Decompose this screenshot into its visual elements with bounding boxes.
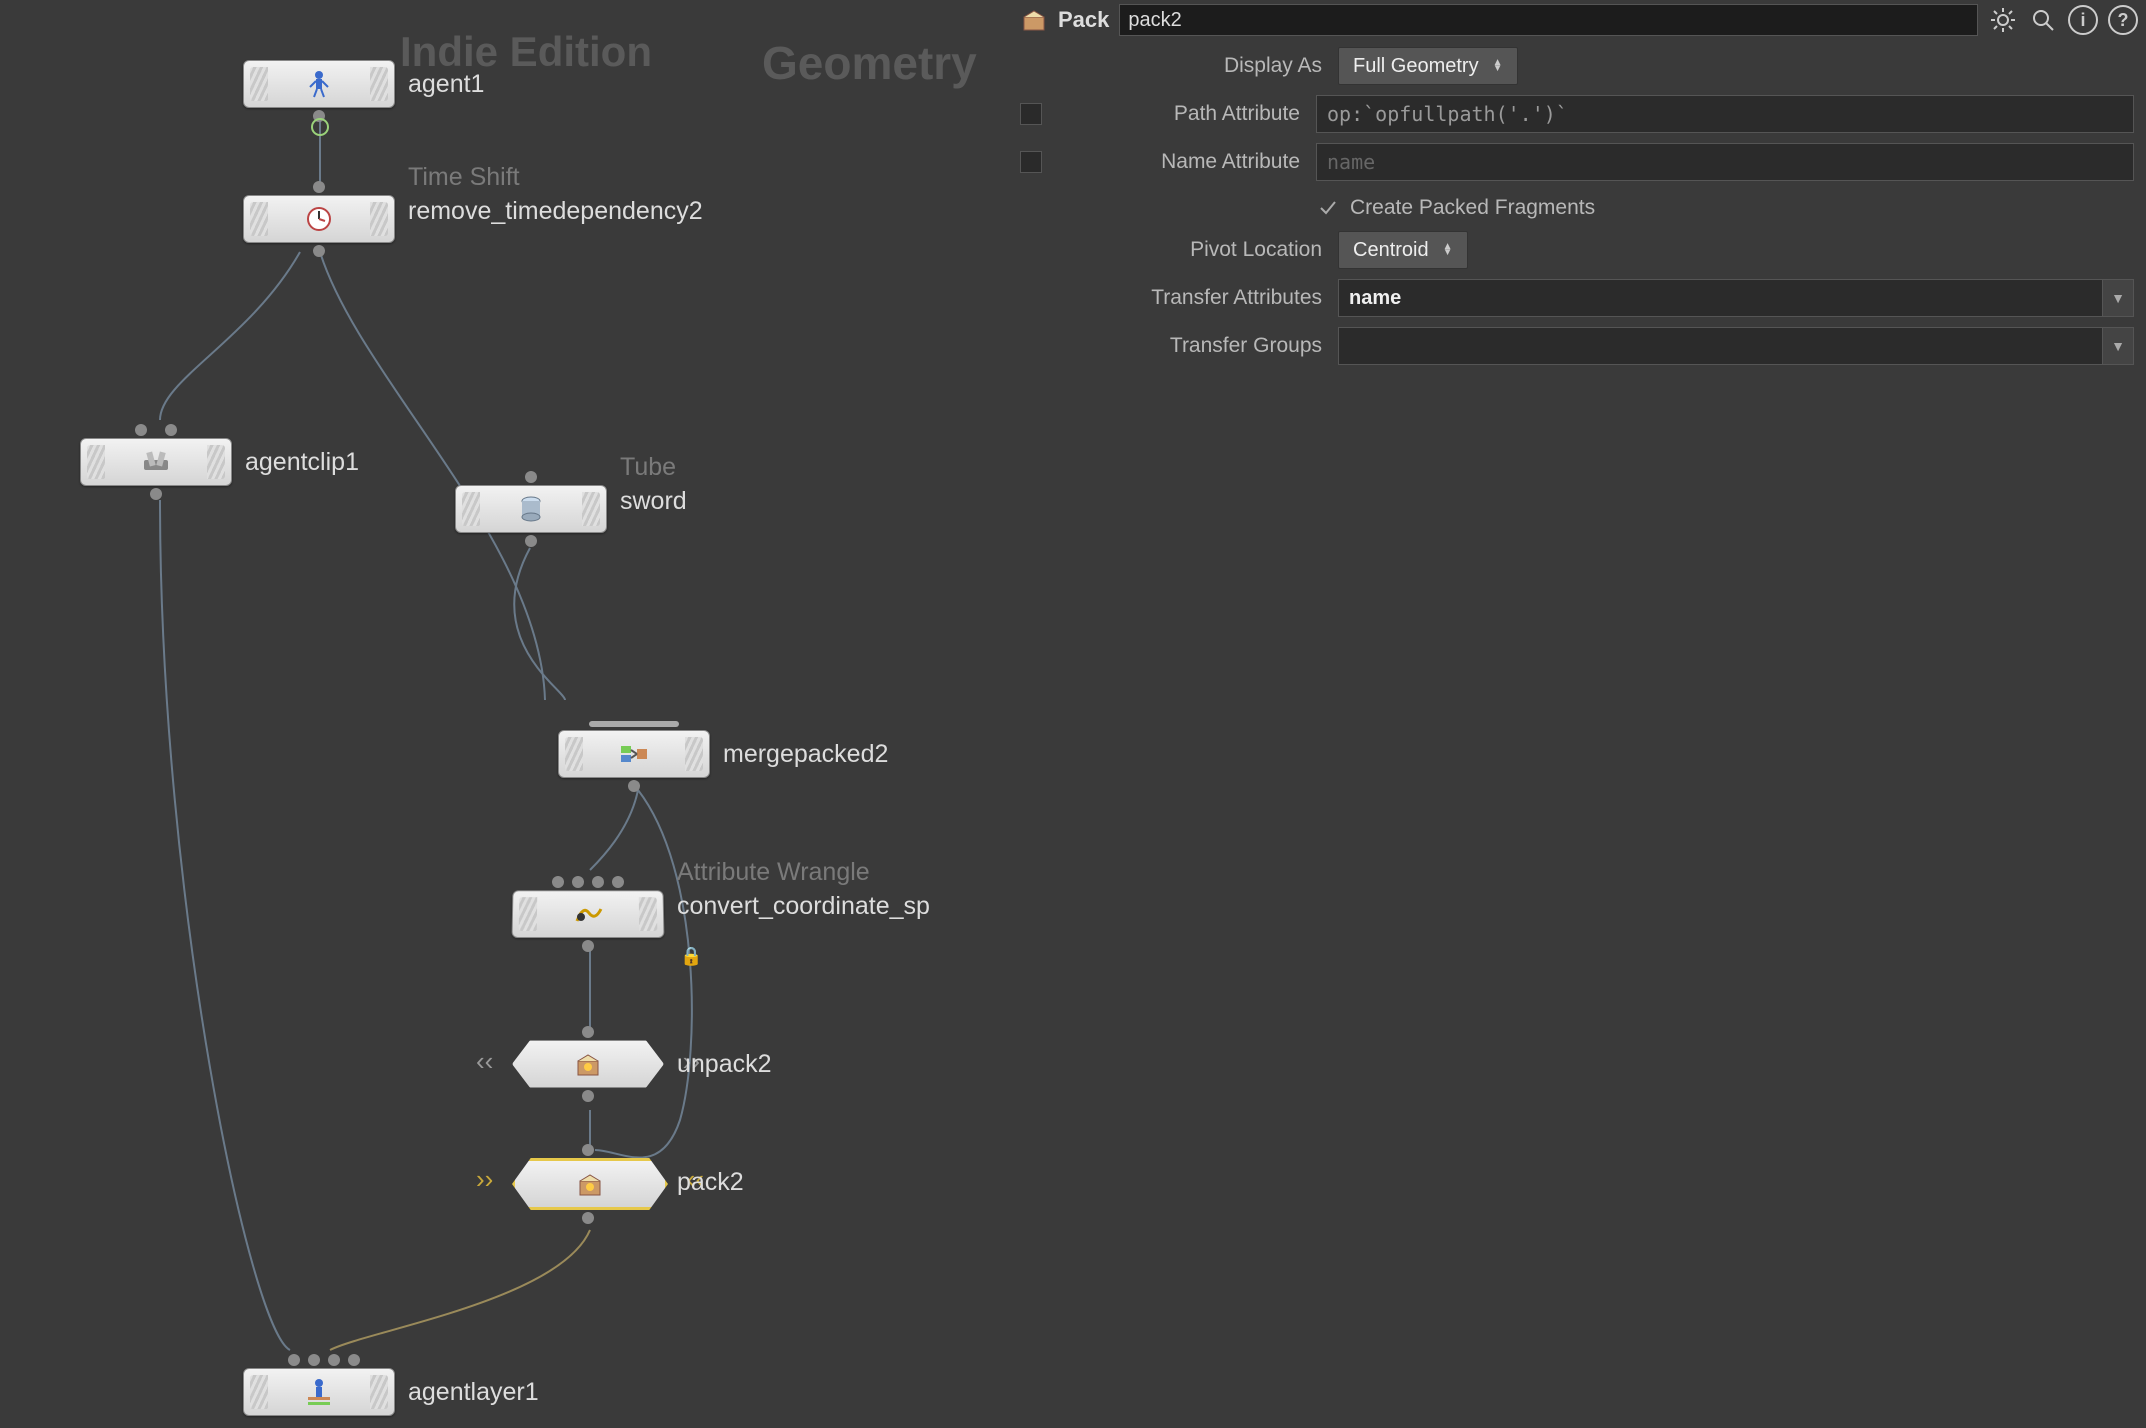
pivot-location-dropdown[interactable]: Centroid ▲▼ — [1338, 231, 1468, 269]
node-label: agentclip1 — [245, 448, 359, 477]
pack-op-icon — [1020, 6, 1048, 34]
transfer-attributes-input[interactable]: name — [1338, 279, 2103, 317]
node-pack2[interactable]: ›› ‹‹ pack2 — [512, 1158, 668, 1210]
info-icon[interactable]: i — [2068, 5, 2098, 35]
wrangle-icon — [573, 899, 603, 929]
checkmark-icon — [1318, 198, 1338, 218]
transfer-attributes-menu[interactable]: ▼ — [2102, 279, 2134, 317]
watermark-indie: Indie Edition — [400, 28, 652, 76]
node-label: pack2 — [677, 1168, 744, 1197]
node-mergepacked2[interactable]: mergepacked2 — [558, 730, 710, 778]
node-agent1[interactable]: agent1 — [243, 60, 395, 108]
node-type: Tube — [620, 453, 676, 482]
param-path-attribute: Path Attribute op:`opfullpath('.')` — [1012, 92, 2134, 136]
path-attr-input[interactable]: op:`opfullpath('.')` — [1316, 95, 2134, 133]
node-label: agentlayer1 — [408, 1378, 539, 1407]
node-type: Time Shift — [408, 163, 520, 192]
param-transfer-groups: Transfer Groups ▼ — [1012, 324, 2134, 368]
node-label: unpack2 — [677, 1050, 772, 1079]
node-agentlayer1[interactable]: agentlayer1 — [243, 1368, 395, 1416]
tube-icon — [516, 494, 546, 524]
search-icon[interactable] — [2028, 5, 2058, 35]
name-attr-toggle[interactable] — [1020, 151, 1042, 173]
param-pivot-location: Pivot Location Centroid ▲▼ — [1012, 228, 2134, 272]
node-tube-sword[interactable]: Tube sword — [455, 485, 607, 533]
param-name-attribute: Name Attribute name — [1012, 140, 2134, 184]
agentlayer-icon — [304, 1377, 334, 1407]
path-attr-toggle[interactable] — [1020, 103, 1042, 125]
node-label: convert_coordinate_sp — [677, 892, 930, 921]
parameter-list: Display As Full Geometry ▲▼ Path Attribu… — [1012, 44, 2134, 372]
display-flag-icon[interactable] — [311, 118, 329, 136]
node-timeshift[interactable]: Time Shift remove_timedependency2 — [243, 195, 395, 243]
chevron-left-icon: ›› — [476, 1164, 493, 1195]
param-display-as: Display As Full Geometry ▲▼ — [1012, 44, 2134, 88]
panel-topbar: Pack pack2 i ? — [1012, 0, 2146, 40]
node-attribute-wrangle[interactable]: Attribute Wrangle convert_coordinate_sp … — [512, 890, 664, 938]
parameter-panel: Pack pack2 i ? Display As Full Geometry … — [1012, 0, 2146, 970]
op-name-field[interactable]: pack2 — [1119, 4, 1978, 36]
node-type: Attribute Wrangle — [677, 858, 870, 887]
param-create-packed-fragments[interactable]: Create Packed Fragments — [1318, 188, 2134, 228]
node-label: remove_timedependency2 — [408, 197, 703, 226]
pack-icon — [575, 1169, 605, 1199]
transfer-groups-menu[interactable]: ▼ — [2102, 327, 2134, 365]
node-label: agent1 — [408, 70, 484, 99]
agentclip-icon — [141, 447, 171, 477]
agent-icon — [304, 69, 334, 99]
watermark-geometry: Geometry — [762, 36, 977, 90]
help-icon[interactable]: ? — [2108, 5, 2138, 35]
dropdown-arrows-icon: ▲▼ — [1493, 60, 1503, 72]
lock-icon: 🔒 — [680, 946, 702, 967]
merge-icon — [619, 739, 649, 769]
param-transfer-attributes: Transfer Attributes name ▼ — [1012, 276, 2134, 320]
unpack-icon — [573, 1049, 603, 1079]
clock-icon — [304, 204, 334, 234]
dropdown-arrows-icon: ▲▼ — [1443, 244, 1453, 256]
node-label: sword — [620, 487, 687, 516]
gear-icon[interactable] — [1988, 5, 2018, 35]
node-agentclip1[interactable]: agentclip1 — [80, 438, 232, 486]
transfer-groups-input[interactable] — [1338, 327, 2103, 365]
node-label: mergepacked2 — [723, 740, 888, 769]
display-as-dropdown[interactable]: Full Geometry ▲▼ — [1338, 47, 1518, 85]
name-attr-input[interactable]: name — [1316, 143, 2134, 181]
node-graph-canvas[interactable]: Indie Edition Geometry agent1 Time Shift… — [0, 0, 1012, 1428]
chevron-left-icon: ‹‹ — [476, 1046, 493, 1077]
node-unpack2[interactable]: ‹‹ ›› unpack2 — [512, 1040, 664, 1088]
op-type-label: Pack — [1058, 7, 1109, 33]
